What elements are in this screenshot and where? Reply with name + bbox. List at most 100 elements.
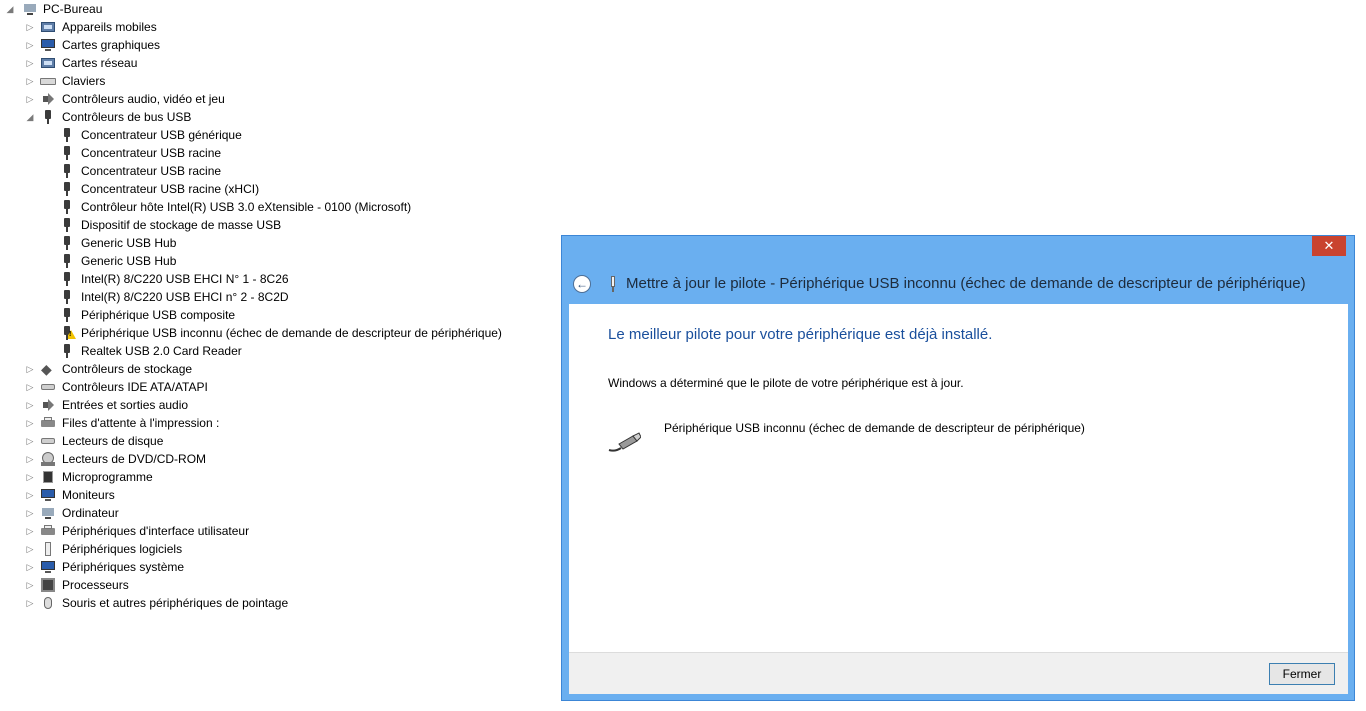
expanded-arrow-icon[interactable]: ◢ — [25, 108, 35, 126]
software-device-icon — [40, 541, 56, 557]
tree-item[interactable]: ▷ Contrôleurs de stockage — [0, 360, 560, 378]
tree-item[interactable]: ▷ Contrôleurs IDE ATA/ATAPI — [0, 378, 560, 396]
tree-item[interactable]: ▷ Processeurs — [0, 576, 560, 594]
dialog-footer: Fermer — [569, 652, 1348, 694]
tree-item[interactable]: ▷ Microprogramme — [0, 468, 560, 486]
tree-item[interactable]: Concentrateur USB racine — [0, 144, 560, 162]
collapsed-arrow-icon[interactable]: ▷ — [25, 450, 35, 468]
tree-item[interactable]: ▷ Ordinateur — [0, 504, 560, 522]
tree-item-label: Contrôleurs de bus USB — [62, 110, 192, 124]
computer-icon — [22, 1, 38, 17]
tree-item[interactable]: ◢ Contrôleurs de bus USB — [0, 108, 560, 126]
tree-item[interactable]: Generic USB Hub — [0, 234, 560, 252]
collapsed-arrow-icon[interactable]: ▷ — [25, 18, 35, 36]
tree-item[interactable]: ▷ Contrôleurs audio, vidéo et jeu — [0, 90, 560, 108]
processor-icon — [40, 577, 56, 593]
collapsed-arrow-icon[interactable]: ▷ — [25, 36, 35, 54]
tree-item[interactable]: ◢ PC-Bureau — [0, 0, 560, 18]
tree-item[interactable]: Intel(R) 8/C220 USB EHCI N° 1 - 8C26 — [0, 270, 560, 288]
usb-plug-icon — [59, 253, 75, 269]
tree-item[interactable]: Concentrateur USB racine (xHCI) — [0, 180, 560, 198]
warning-icon — [66, 330, 76, 339]
tree-item[interactable]: Realtek USB 2.0 Card Reader — [0, 342, 560, 360]
tree-item[interactable]: ▷ Entrées et sorties audio — [0, 396, 560, 414]
collapsed-arrow-icon[interactable]: ▷ — [25, 414, 35, 432]
usb-cable-icon — [607, 432, 642, 454]
tree-item-label: Generic USB Hub — [81, 236, 177, 250]
tree-item-label: Périphériques système — [62, 560, 185, 574]
tree-item[interactable]: ▷ Périphériques logiciels — [0, 540, 560, 558]
tree-item-label: Files d'attente à l'impression : — [62, 416, 220, 430]
dialog-content: Le meilleur pilote pour votre périphériq… — [569, 304, 1348, 652]
collapsed-arrow-icon[interactable]: ▷ — [25, 522, 35, 540]
network-adapter-icon — [40, 55, 56, 71]
tree-item[interactable]: ▷ Lecteurs de disque — [0, 432, 560, 450]
tree-item[interactable]: ▷ Lecteurs de DVD/CD-ROM — [0, 450, 560, 468]
collapsed-arrow-icon[interactable]: ▷ — [25, 90, 35, 108]
mouse-icon — [40, 595, 56, 611]
firmware-chip-icon — [40, 469, 56, 485]
tree-item-label: Cartes réseau — [62, 56, 138, 70]
tree-item[interactable]: Périphérique USB inconnu (échec de deman… — [0, 324, 560, 342]
collapsed-arrow-icon[interactable]: ▷ — [25, 72, 35, 90]
tree-item[interactable]: Generic USB Hub — [0, 252, 560, 270]
back-arrow-button[interactable]: ← — [573, 275, 591, 293]
tree-item[interactable]: ▷ Périphériques système — [0, 558, 560, 576]
usb-plug-icon — [59, 271, 75, 287]
result-description: Windows a déterminé que le pilote de vot… — [608, 376, 964, 390]
collapsed-arrow-icon[interactable]: ▷ — [25, 396, 35, 414]
computer-icon — [40, 505, 56, 521]
collapsed-arrow-icon[interactable]: ▷ — [25, 378, 35, 396]
tree-item[interactable]: ▷ Files d'attente à l'impression : — [0, 414, 560, 432]
window-close-button[interactable]: ✕ — [1312, 236, 1346, 256]
device-name: Périphérique USB inconnu (échec de deman… — [664, 421, 1085, 435]
tree-item-label: Dispositif de stockage de masse USB — [81, 218, 282, 232]
tree-item-label: Concentrateur USB racine (xHCI) — [81, 182, 260, 196]
tree-item-label: PC-Bureau — [43, 2, 103, 16]
tree-item-label: Moniteurs — [62, 488, 115, 502]
tree-item[interactable]: ▷ Moniteurs — [0, 486, 560, 504]
close-dialog-button[interactable]: Fermer — [1269, 663, 1335, 685]
tree-item[interactable]: ▷ Appareils mobiles — [0, 18, 560, 36]
tree-item[interactable]: ▷ Cartes réseau — [0, 54, 560, 72]
usb-plug-icon — [40, 109, 56, 125]
collapsed-arrow-icon[interactable]: ▷ — [25, 594, 35, 612]
tree-item-label: Appareils mobiles — [62, 20, 157, 34]
tree-item[interactable]: ▷ Cartes graphiques — [0, 36, 560, 54]
collapsed-arrow-icon[interactable]: ▷ — [25, 558, 35, 576]
tree-item[interactable]: Concentrateur USB générique — [0, 126, 560, 144]
collapsed-arrow-icon[interactable]: ▷ — [25, 54, 35, 72]
tree-item-label: Contrôleurs IDE ATA/ATAPI — [62, 380, 208, 394]
tree-item-label: Intel(R) 8/C220 USB EHCI n° 2 - 8C2D — [81, 290, 289, 304]
collapsed-arrow-icon[interactable]: ▷ — [25, 576, 35, 594]
keyboard-icon — [40, 73, 56, 89]
tree-item[interactable]: Périphérique USB composite — [0, 306, 560, 324]
tree-item[interactable]: ▷ Périphériques d'interface utilisateur — [0, 522, 560, 540]
tree-item-label: Périphérique USB composite — [81, 308, 236, 322]
tree-item-label: Intel(R) 8/C220 USB EHCI N° 1 - 8C26 — [81, 272, 289, 286]
tree-item[interactable]: Concentrateur USB racine — [0, 162, 560, 180]
tree-item-label: Concentrateur USB racine — [81, 146, 222, 160]
usb-plug-icon — [59, 289, 75, 305]
tree-item[interactable]: Contrôleur hôte Intel(R) USB 3.0 eXtensi… — [0, 198, 560, 216]
system-device-icon — [40, 559, 56, 575]
tree-item-label: Contrôleurs de stockage — [62, 362, 193, 376]
usb-plug-icon — [59, 343, 75, 359]
display-adapter-icon — [40, 37, 56, 53]
tree-item[interactable]: ▷ Claviers — [0, 72, 560, 90]
collapsed-arrow-icon[interactable]: ▷ — [25, 360, 35, 378]
expanded-arrow-icon[interactable]: ◢ — [5, 0, 15, 18]
ide-controller-icon — [40, 379, 56, 395]
tree-item-label: Generic USB Hub — [81, 254, 177, 268]
collapsed-arrow-icon[interactable]: ▷ — [25, 504, 35, 522]
tree-item[interactable]: Dispositif de stockage de masse USB — [0, 216, 560, 234]
collapsed-arrow-icon[interactable]: ▷ — [25, 540, 35, 558]
speaker-icon — [40, 397, 56, 413]
dvd-drive-icon — [40, 451, 56, 467]
collapsed-arrow-icon[interactable]: ▷ — [25, 468, 35, 486]
tree-item[interactable]: ▷ Souris et autres périphériques de point… — [0, 594, 560, 612]
tree-item[interactable]: Intel(R) 8/C220 USB EHCI n° 2 - 8C2D — [0, 288, 560, 306]
collapsed-arrow-icon[interactable]: ▷ — [25, 486, 35, 504]
collapsed-arrow-icon[interactable]: ▷ — [25, 432, 35, 450]
update-driver-dialog: ✕ ← Mettre à jour le pilote - Périphériq… — [561, 235, 1355, 701]
